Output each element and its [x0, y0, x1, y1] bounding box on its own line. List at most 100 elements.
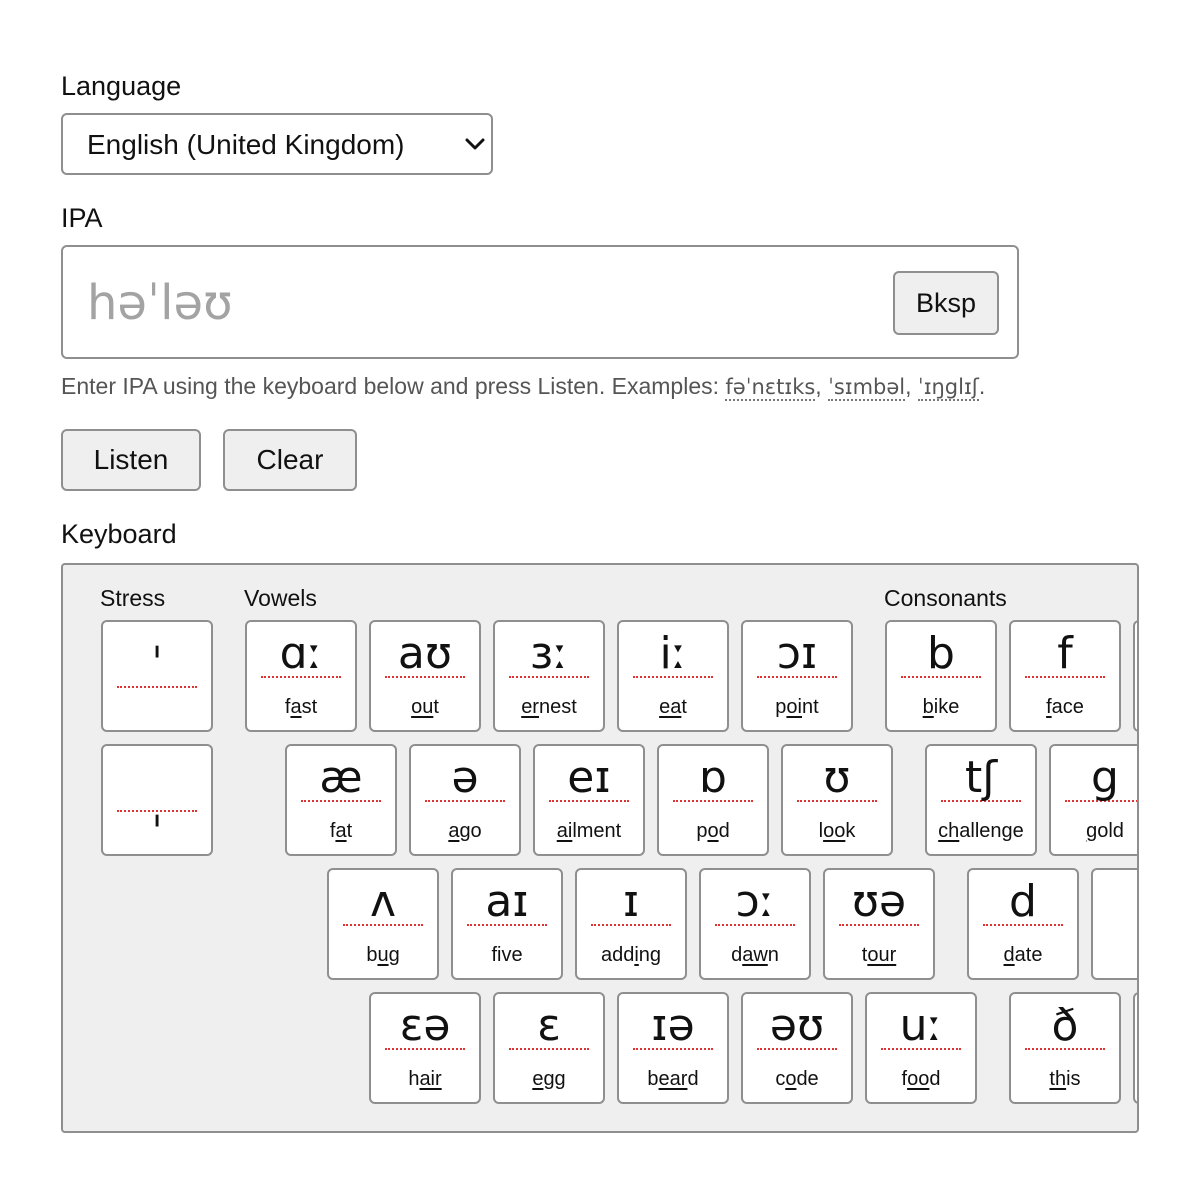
key-example-highlight: ai	[556, 820, 573, 842]
key-example-word: eat	[659, 696, 687, 718]
key-symbol: ɪə	[633, 1004, 713, 1050]
key-example-highlight: f	[1046, 696, 1052, 718]
key-symbol: ɛ	[509, 1004, 589, 1050]
key-example-word: ago	[448, 820, 482, 842]
key-symbol: ʊ	[797, 756, 877, 802]
key-consonant[interactable]: d date	[967, 868, 1079, 980]
key-example-highlight: ou	[411, 696, 434, 718]
key-consonant-clipped[interactable]	[1133, 620, 1137, 732]
vowels-section-title: Vowels	[244, 585, 317, 611]
keyboard-label: Keyboard	[61, 519, 177, 549]
key-vowel[interactable]: ɛə hair	[369, 992, 481, 1104]
key-symbol: ʊə	[839, 880, 919, 926]
key-example-word: out	[411, 696, 439, 718]
key-example-word: ailment	[556, 820, 622, 842]
key-vowel[interactable]: aʊ out	[369, 620, 481, 732]
key-vowel[interactable]: ɒ pod	[657, 744, 769, 856]
key-example-highlight: o	[707, 820, 719, 842]
key-symbol: ɔɪ	[757, 632, 837, 678]
key-example-word: gold	[1086, 820, 1124, 842]
key-example-highlight: a	[448, 820, 460, 842]
key-vowel[interactable]: ɔɪ point	[741, 620, 853, 732]
key-example-word: this	[1049, 1068, 1081, 1090]
language-select[interactable]: English (United Kingdom)	[61, 113, 493, 175]
example-symbol[interactable]: ˈsɪmbəl	[828, 375, 906, 401]
key-vowel[interactable]: æ fat	[285, 744, 397, 856]
key-vowel[interactable]: ʌ bug	[327, 868, 439, 980]
key-symbol: uː	[881, 1004, 961, 1050]
key-vowel[interactable]: ɪ adding	[575, 868, 687, 980]
key-vowel[interactable]: iː eat	[617, 620, 729, 732]
hint-end: .	[978, 373, 986, 399]
key-vowel[interactable]: əʊ code	[741, 992, 853, 1104]
hint-separator: ,	[905, 373, 918, 399]
key-example-word: fast	[284, 696, 318, 718]
example-fonetiks[interactable]: fəˈnɛtɪks	[725, 375, 816, 401]
key-vowel[interactable]: ɔː dawn	[699, 868, 811, 980]
key-symbol: ɒ	[673, 756, 753, 802]
key-symbol: tʃ	[941, 756, 1021, 802]
key-example-word: face	[1046, 696, 1084, 718]
key-example-word: code	[775, 1068, 819, 1090]
key-example-word: adding	[600, 944, 662, 966]
key-example-highlight: a	[335, 820, 347, 842]
key-vowel[interactable]: ɑː fast	[245, 620, 357, 732]
hint-separator: ,	[815, 373, 829, 399]
key-consonant[interactable]: g gold	[1049, 744, 1137, 856]
clear-button[interactable]: Clear	[223, 429, 357, 491]
key-example-highlight: ear	[658, 1068, 688, 1090]
ipa-field: Bksp	[61, 245, 1019, 359]
key-consonant-clipped[interactable]	[1091, 868, 1137, 980]
key-example-word: egg	[532, 1068, 566, 1090]
key-vowel[interactable]: ɪə beard	[617, 992, 729, 1104]
key-consonant-clipped[interactable]	[1133, 992, 1137, 1104]
key-symbol: ʌ	[343, 880, 423, 926]
key-vowel[interactable]: uː food	[865, 992, 977, 1104]
key-example-word: look	[818, 820, 856, 842]
ipa-hint: Enter IPA using the keyboard below and p…	[61, 373, 986, 401]
key-symbol: ə	[425, 756, 505, 802]
key-example-word: fat	[329, 820, 353, 842]
key-example-highlight: oi	[786, 696, 802, 718]
example-english[interactable]: ˈɪŋglɪʃ	[917, 375, 979, 401]
key-vowel[interactable]: ɛ egg	[493, 992, 605, 1104]
key-example-highlight: oo	[823, 820, 846, 842]
key-symbol: aʊ	[385, 632, 465, 678]
key-vowel[interactable]: ʊ look	[781, 744, 893, 856]
key-example-word: five	[491, 944, 523, 966]
key-consonant[interactable]: f face	[1009, 620, 1121, 732]
key-example-word: ernest	[521, 696, 577, 718]
key-vowel[interactable]: aɪ five	[451, 868, 563, 980]
key-example-highlight: b	[922, 696, 934, 718]
key-example-highlight: oo	[907, 1068, 930, 1090]
ipa-label: IPA	[61, 203, 103, 233]
stress-section-title: Stress	[100, 585, 166, 611]
key-consonant[interactable]: b bike	[885, 620, 997, 732]
key-vowel[interactable]: ʊə tour	[823, 868, 935, 980]
listen-button[interactable]: Listen	[61, 429, 201, 491]
key-consonant[interactable]: ð this	[1009, 992, 1121, 1104]
key-example-highlight: g	[1086, 820, 1098, 842]
backspace-button[interactable]: Bksp	[893, 271, 999, 335]
key-vowel[interactable]: ɜː ernest	[493, 620, 605, 732]
key-consonant[interactable]: tʃ challenge	[925, 744, 1037, 856]
key-example-word: tour	[861, 944, 897, 966]
key-secondary-stress[interactable]: ˌ	[101, 744, 213, 856]
key-example-highlight: u	[377, 944, 389, 966]
key-symbol: aɪ	[467, 880, 547, 926]
ipa-input[interactable]	[87, 267, 867, 339]
key-symbol: ɪ	[591, 880, 671, 926]
key-example-highlight: d	[1003, 944, 1015, 966]
key-primary-stress[interactable]: ˈ	[101, 620, 213, 732]
key-example-word: date	[1003, 944, 1043, 966]
key-example-word: challenge	[938, 820, 1024, 842]
key-symbol: g	[1065, 756, 1137, 802]
key-symbol: ˈ	[117, 643, 197, 688]
key-example-highlight: ch	[938, 820, 960, 842]
key-vowel[interactable]: eɪ ailment	[533, 744, 645, 856]
key-example-highlight: er	[521, 696, 539, 718]
key-vowel[interactable]: ə ago	[409, 744, 521, 856]
language-label: Language	[61, 71, 182, 101]
key-example-highlight: air	[419, 1068, 442, 1090]
key-example-highlight: aw	[742, 944, 768, 966]
